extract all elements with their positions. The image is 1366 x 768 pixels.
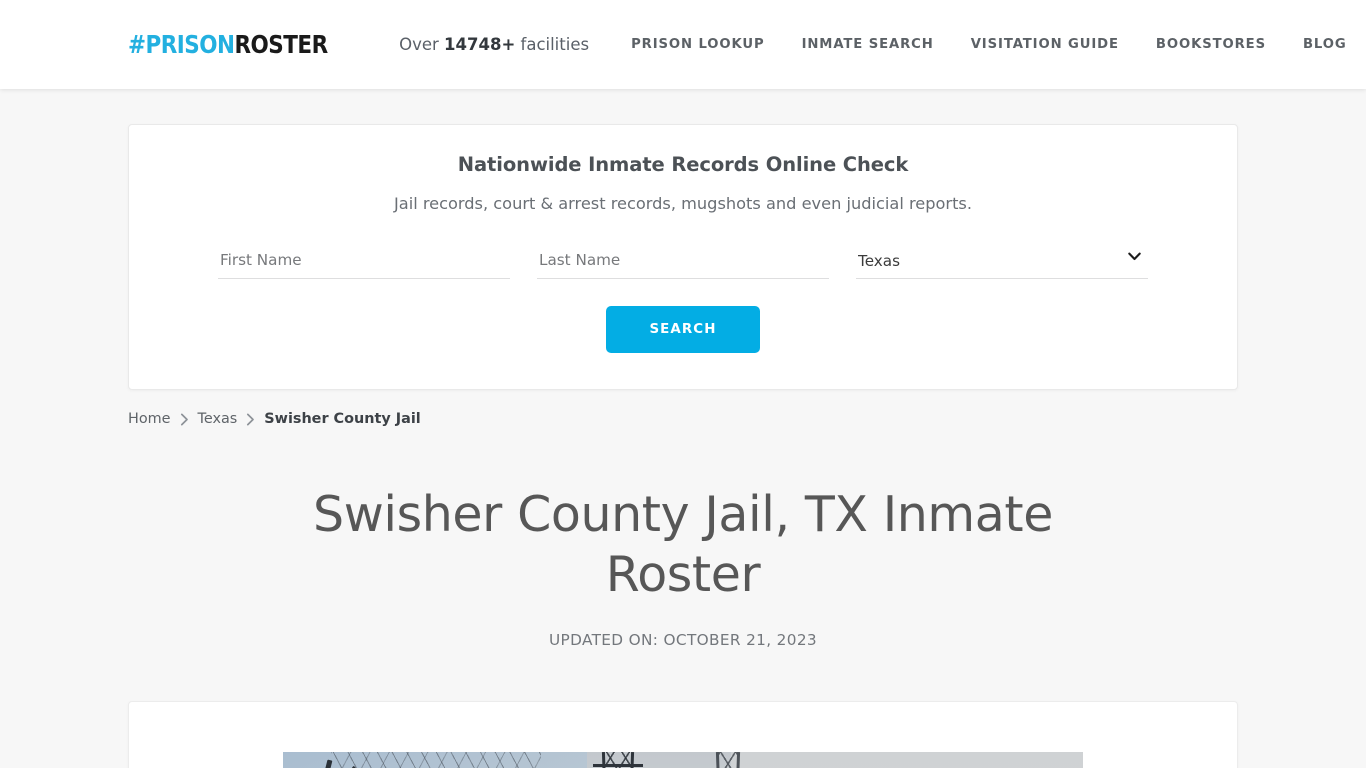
hero-photo [283, 752, 1083, 768]
state-field-wrap: Texas [856, 248, 1148, 280]
search-button[interactable]: SEARCH [606, 306, 760, 354]
chevron-right-icon [180, 413, 189, 426]
chevron-right-icon [246, 413, 255, 426]
first-name-input[interactable] [218, 246, 510, 280]
state-select[interactable]: Texas [856, 248, 1148, 280]
main-navigation: PRISON LOOKUP INMATE SEARCH VISITATION G… [631, 37, 1347, 52]
photo-tower-lattice [718, 752, 738, 768]
nav-item-prison-lookup[interactable]: PRISON LOOKUP [631, 37, 764, 52]
breadcrumb-item-home[interactable]: Home [128, 412, 171, 427]
nav-item-inmate-search[interactable]: INMATE SEARCH [802, 37, 934, 52]
breadcrumb: Home Texas Swisher County Jail [128, 411, 1238, 428]
site-logo[interactable]: #PRISONROSTER [128, 32, 328, 57]
photo-transmission-tower [593, 752, 643, 768]
search-button-row: SEARCH [163, 306, 1203, 354]
nav-item-blog[interactable]: BLOG [1303, 37, 1347, 52]
first-name-field-wrap [218, 246, 510, 280]
nav-item-bookstores[interactable]: BOOKSTORES [1156, 37, 1266, 52]
page-title: Swisher County Jail, TX Inmate Roster [313, 485, 1053, 603]
search-fields-row: Texas [163, 246, 1203, 280]
article-card [128, 701, 1238, 768]
breadcrumb-item-current: Swisher County Jail [264, 411, 421, 428]
last-name-field-wrap [537, 246, 829, 280]
inmate-search-card: Nationwide Inmate Records Online Check J… [128, 124, 1238, 391]
logo-text-roster: ROSTER [234, 30, 328, 59]
updated-on-label: UPDATED ON: OCTOBER 21, 2023 [548, 631, 818, 650]
facilities-count: Over 14748+ facilities [399, 35, 589, 54]
photo-transmission-tower [715, 752, 741, 768]
page-content: Nationwide Inmate Records Online Check J… [0, 124, 1366, 768]
facilities-prefix: Over [399, 35, 445, 54]
photo-sky-right [731, 752, 1083, 768]
facility-hero-image [283, 752, 1083, 768]
site-header: #PRISONROSTER Over 14748+ facilities PRI… [0, 0, 1366, 89]
photo-tower-crossarm [593, 764, 643, 767]
facilities-number: 14748+ [444, 35, 516, 54]
photo-tree-twigs [331, 752, 541, 768]
search-card-subtitle: Jail records, court & arrest records, mu… [394, 194, 972, 214]
last-name-input[interactable] [537, 246, 829, 280]
search-card-title: Nationwide Inmate Records Online Check [457, 153, 909, 176]
logo-text-prison: #PRISON [128, 30, 235, 59]
nav-item-visitation-guide[interactable]: VISITATION GUIDE [971, 37, 1119, 52]
header-inner: #PRISONROSTER Over 14748+ facilities PRI… [0, 32, 1366, 57]
breadcrumb-item-texas[interactable]: Texas [198, 412, 238, 427]
facilities-suffix: facilities [515, 35, 590, 54]
